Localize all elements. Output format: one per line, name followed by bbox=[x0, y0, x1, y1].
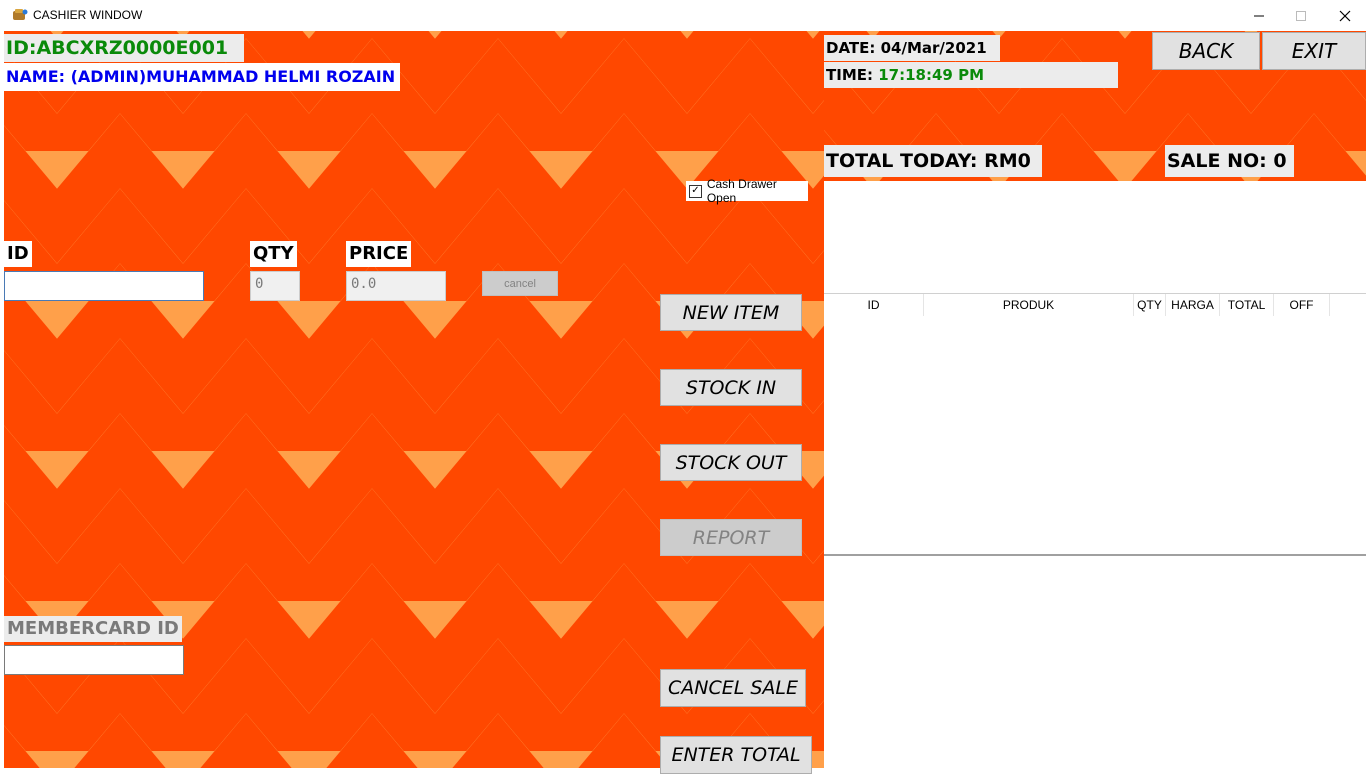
stock-in-button[interactable]: STOCK IN bbox=[660, 369, 802, 406]
column-header-harga[interactable]: HARGA bbox=[1166, 294, 1220, 316]
back-button[interactable]: BACK bbox=[1152, 32, 1260, 70]
window-title: CASHIER WINDOW bbox=[33, 8, 143, 22]
time-row: TIME: 17:18:49 PM bbox=[824, 62, 1118, 88]
user-name-label: NAME: (ADMIN)MUHAMMAD HELMI ROZAIN bbox=[4, 63, 400, 91]
close-button[interactable] bbox=[1322, 0, 1366, 31]
column-header-qty[interactable]: QTY bbox=[1134, 294, 1166, 316]
lower-right-panel bbox=[824, 556, 1366, 768]
cancel-sale-button[interactable]: CANCEL SALE bbox=[660, 669, 806, 707]
date-row: DATE: 04/Mar/2021 bbox=[824, 35, 1000, 61]
new-item-button[interactable]: NEW ITEM bbox=[660, 294, 802, 331]
date-label: DATE: bbox=[826, 39, 876, 57]
maximize-icon bbox=[1296, 10, 1306, 21]
receipt-panel bbox=[824, 181, 1366, 294]
sale-no-label: SALE NO: 0 bbox=[1165, 145, 1294, 177]
time-label: TIME: bbox=[826, 66, 873, 84]
user-id-label: ID:ABCXRZ0000E001 bbox=[4, 34, 244, 62]
stock-out-button[interactable]: STOCK OUT bbox=[660, 444, 802, 481]
id-input[interactable] bbox=[4, 271, 204, 301]
membercard-input[interactable] bbox=[4, 645, 184, 675]
exit-button[interactable]: EXIT bbox=[1262, 32, 1366, 70]
report-button[interactable]: REPORT bbox=[660, 519, 802, 556]
cash-drawer-label: Cash Drawer Open bbox=[706, 177, 777, 205]
total-today-label: TOTAL TODAY: RM0 bbox=[824, 145, 1042, 177]
column-header-total[interactable]: TOTAL bbox=[1220, 294, 1274, 316]
date-value: 04/Mar/2021 bbox=[880, 39, 987, 57]
column-header-produk[interactable]: PRODUK bbox=[924, 294, 1134, 316]
id-label: ID bbox=[4, 241, 32, 267]
items-table[interactable]: ID PRODUK QTY HARGA TOTAL OFF bbox=[824, 294, 1366, 556]
cash-drawer-checkbox[interactable]: ✓ Cash Drawer Open bbox=[686, 177, 808, 205]
main-area: ID:ABCXRZ0000E001 NAME: (ADMIN)MUHAMMAD … bbox=[0, 31, 1366, 774]
qty-field[interactable]: 0 bbox=[250, 271, 300, 301]
price-field[interactable]: 0.0 bbox=[346, 271, 446, 301]
membercard-label: MEMBERCARD ID bbox=[4, 616, 182, 642]
app-icon bbox=[13, 9, 28, 20]
cancel-item-button[interactable]: cancel bbox=[482, 271, 558, 296]
title-bar: CASHIER WINDOW bbox=[0, 0, 1366, 32]
enter-total-button[interactable]: ENTER TOTAL bbox=[660, 736, 812, 774]
column-header-id[interactable]: ID bbox=[824, 294, 924, 316]
checkbox-check-icon: ✓ bbox=[689, 184, 702, 198]
close-icon bbox=[1339, 10, 1351, 21]
maximize-button[interactable] bbox=[1278, 0, 1324, 31]
minimize-icon bbox=[1254, 15, 1264, 16]
column-header-off[interactable]: OFF bbox=[1274, 294, 1330, 316]
price-label: PRICE bbox=[346, 241, 412, 267]
qty-label: QTY bbox=[250, 241, 297, 267]
minimize-button[interactable] bbox=[1236, 0, 1282, 31]
time-value: 17:18:49 PM bbox=[878, 66, 984, 84]
